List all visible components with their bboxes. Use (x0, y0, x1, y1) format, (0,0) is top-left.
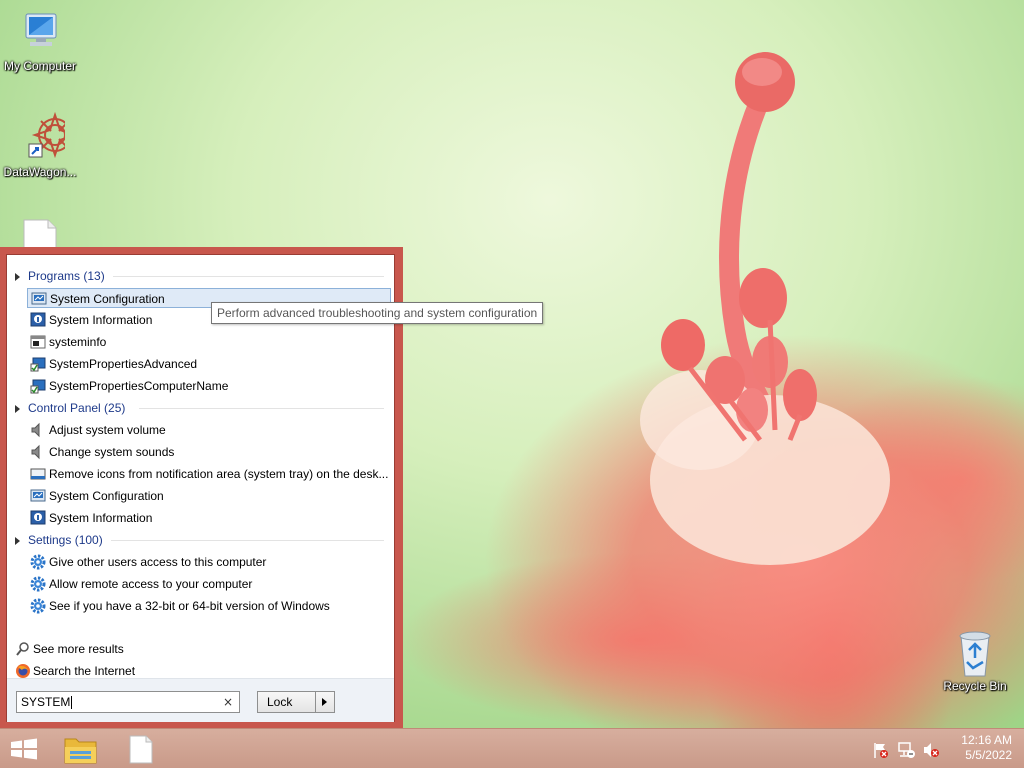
search-input-value: SYSTEM (21, 695, 73, 710)
group-header-programs[interactable]: Programs (13) (15, 267, 105, 285)
file-icon (23, 219, 57, 249)
result-item-systeminfo[interactable]: systeminfo (27, 332, 391, 352)
speaker-icon (31, 422, 40, 438)
see-more-results-link[interactable]: See more results (15, 639, 215, 659)
group-divider (113, 276, 384, 277)
result-item-label: Adjust system volume (49, 423, 166, 437)
result-item-label: SystemPropertiesComputerName (49, 379, 229, 393)
result-item-remove-notification-icons[interactable]: Remove icons from notification area (sys… (27, 464, 391, 484)
system-properties-icon (30, 357, 46, 372)
file-explorer-button[interactable] (56, 729, 106, 769)
tooltip: Perform advanced troubleshooting and sys… (211, 302, 544, 324)
network-icon[interactable] (898, 741, 916, 759)
expand-triangle-icon (15, 404, 20, 413)
speaker-icon (31, 444, 40, 460)
system-properties-icon (30, 379, 46, 394)
clock-date: 5/5/2022 (965, 748, 1012, 762)
expand-triangle-icon (15, 536, 20, 545)
result-item-system-information-cp[interactable]: System Information (27, 508, 391, 528)
taskbar-icon (30, 468, 46, 480)
system-info-icon (30, 510, 46, 525)
search-icon (16, 642, 29, 656)
desktop-icon-datawagon[interactable]: DataWagon... (0, 110, 80, 179)
start-button[interactable] (0, 729, 48, 769)
result-item-label: System Configuration (50, 292, 165, 306)
search-input[interactable]: SYSTEM × (16, 691, 240, 713)
group-divider (139, 408, 384, 409)
result-item-label: Give other users access to this computer (49, 555, 267, 569)
result-item-label: System Configuration (49, 489, 164, 503)
clear-search-icon[interactable]: × (223, 695, 233, 709)
console-icon (30, 335, 46, 349)
result-item-label: Remove icons from notification area (sys… (49, 467, 389, 481)
desktop-icon-recycle-bin[interactable]: Recycle Bin (935, 628, 1015, 693)
result-item-change-system-sounds[interactable]: Change system sounds (27, 442, 391, 462)
desktop-icon-label: My Computer (3, 59, 77, 73)
settings-gear-icon (30, 554, 46, 570)
result-item-label: See if you have a 32-bit or 64-bit versi… (49, 599, 330, 613)
power-options-arrow-icon[interactable] (322, 698, 327, 706)
taskbar: 12:16 AM 5/5/2022 (0, 728, 1024, 768)
document-button[interactable] (116, 729, 166, 769)
result-item-system-configuration-cp[interactable]: System Configuration (27, 486, 391, 506)
result-item-label: System Information (49, 511, 153, 525)
settings-gear-icon (30, 576, 46, 592)
group-header-label: Programs (13) (28, 269, 105, 283)
desktop-icon-label: Recycle Bin (943, 679, 1007, 693)
clock[interactable]: 12:16 AM 5/5/2022 (961, 733, 1012, 763)
computer-icon (25, 13, 57, 46)
action-center-flag-icon[interactable] (872, 741, 890, 759)
group-header-control-panel[interactable]: Control Panel (25) (15, 399, 125, 417)
clock-time: 12:16 AM (961, 733, 1012, 747)
result-item-systempropertiesadvanced[interactable]: SystemPropertiesAdvanced (27, 354, 391, 374)
result-item-give-users-access[interactable]: Give other users access to this computer (27, 552, 391, 572)
desktop-icon-label: DataWagon... (3, 165, 77, 179)
result-item-systempropertiescomputername[interactable]: SystemPropertiesComputerName (27, 376, 391, 396)
desktop-icon-my-computer[interactable]: My Computer (0, 10, 80, 73)
volume-muted-icon[interactable] (922, 741, 940, 759)
result-item-label: System Information (49, 313, 153, 327)
lock-button[interactable]: Lock (257, 691, 335, 713)
search-bar-area: SYSTEM × Lock (7, 678, 394, 722)
lock-button-label: Lock (267, 695, 293, 709)
firefox-icon (16, 664, 30, 678)
msconfig-icon (30, 489, 46, 502)
group-header-settings[interactable]: Settings (100) (15, 531, 103, 549)
result-item-label: Allow remote access to your computer (49, 577, 253, 591)
result-item-allow-remote-access[interactable]: Allow remote access to your computer (27, 574, 391, 594)
see-more-results-label: See more results (33, 642, 124, 656)
document-icon (129, 735, 153, 764)
start-menu-panel: Programs (13) System Configuration Syste… (6, 254, 395, 722)
msconfig-icon (31, 292, 47, 305)
expand-triangle-icon (15, 272, 20, 281)
settings-gear-icon (30, 598, 46, 614)
system-info-icon (30, 312, 46, 327)
folder-icon (64, 738, 97, 764)
result-item-label: Change system sounds (49, 445, 175, 459)
desktop: My Computer DataWagon... Recycle Bin Pro… (0, 0, 1024, 728)
recycle-bin-icon (959, 631, 991, 677)
result-item-label: SystemPropertiesAdvanced (49, 357, 198, 371)
group-divider (111, 540, 384, 541)
result-item-32-or-64-bit[interactable]: See if you have a 32-bit or 64-bit versi… (27, 596, 391, 616)
windows-logo-icon (11, 738, 37, 760)
group-header-label: Control Panel (25) (28, 401, 126, 415)
group-header-label: Settings (100) (28, 533, 103, 547)
result-item-label: systeminfo (49, 335, 107, 349)
result-item-adjust-system-volume[interactable]: Adjust system volume (27, 420, 391, 440)
datawagon-icon (28, 111, 79, 159)
